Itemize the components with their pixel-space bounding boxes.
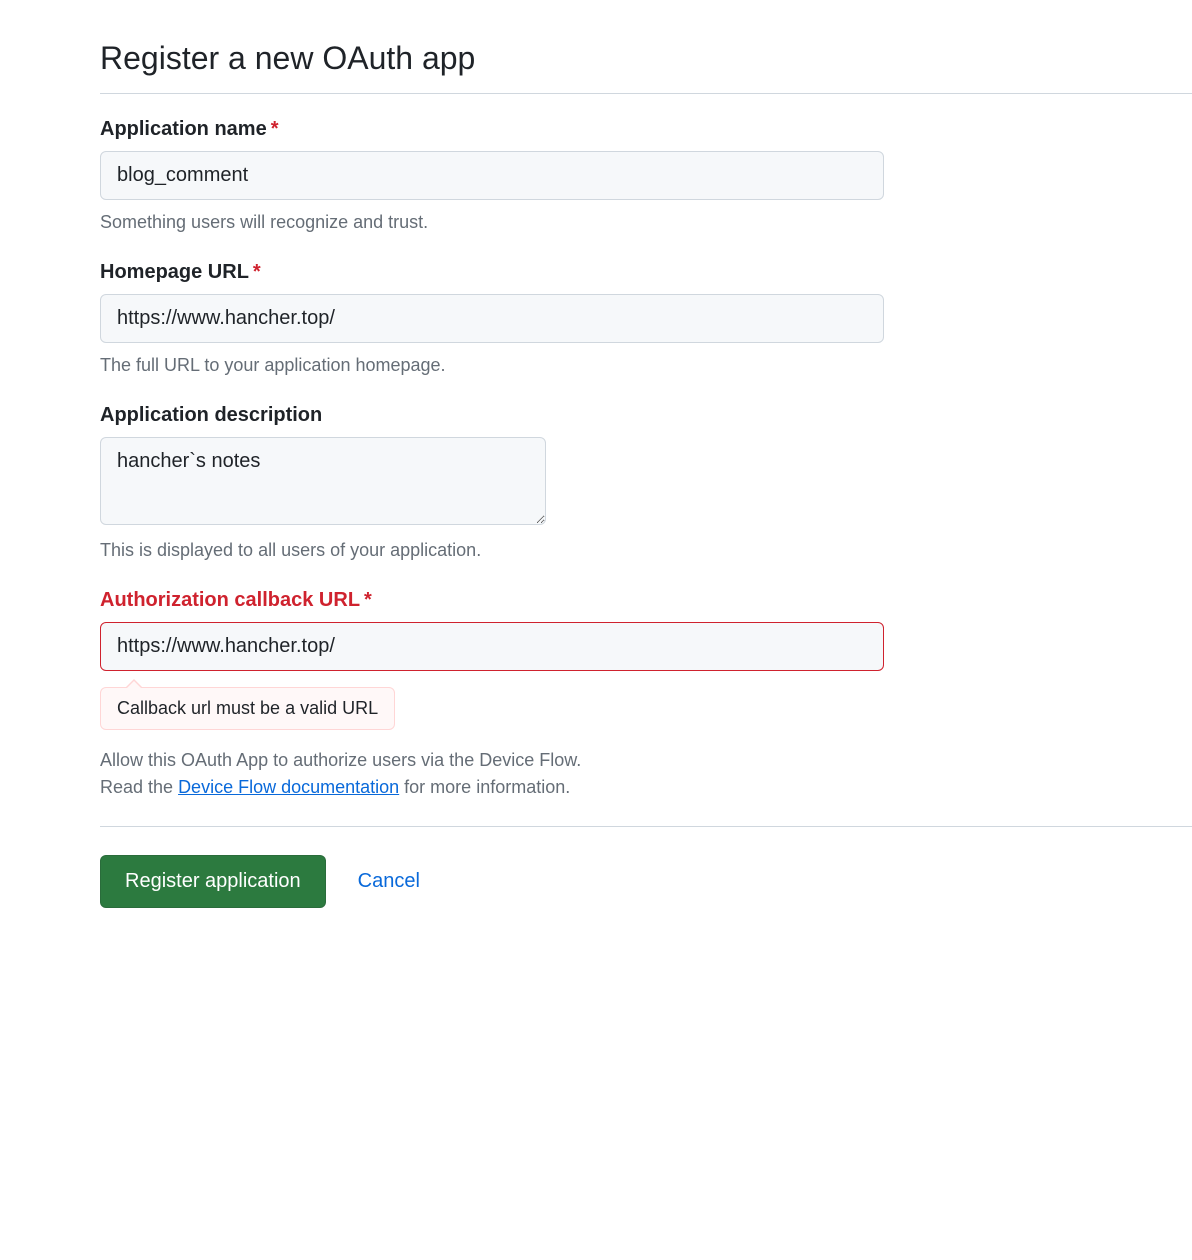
homepage-url-group: Homepage URL* The full URL to your appli… <box>100 261 1192 376</box>
device-flow-suffix: for more information. <box>399 777 570 797</box>
description-label: Application description <box>100 404 1192 427</box>
app-name-input[interactable] <box>100 151 884 200</box>
callback-url-error: Callback url must be a valid URL <box>100 687 395 730</box>
app-name-group: Application name* Something users will r… <box>100 118 1192 233</box>
callback-url-group: Authorization callback URL* Callback url… <box>100 589 1192 798</box>
app-name-help: Something users will recognize and trust… <box>100 212 1192 233</box>
required-asterisk-icon: * <box>253 261 261 283</box>
callback-url-label: Authorization callback URL* <box>100 589 1192 612</box>
button-row: Register application Cancel <box>100 855 1192 908</box>
device-flow-info: Allow this OAuth App to authorize users … <box>100 750 1192 798</box>
device-flow-line2: Read the Device Flow documentation for m… <box>100 777 1192 798</box>
callback-url-input[interactable] <box>100 622 884 671</box>
device-flow-line1: Allow this OAuth App to authorize users … <box>100 750 1192 771</box>
homepage-url-label-text: Homepage URL <box>100 261 249 283</box>
description-textarea[interactable]: hancher`s notes <box>100 437 546 525</box>
cancel-button[interactable]: Cancel <box>358 870 420 893</box>
homepage-url-input[interactable] <box>100 294 884 343</box>
required-asterisk-icon: * <box>364 589 372 611</box>
description-help: This is displayed to all users of your a… <box>100 540 1192 561</box>
description-group: Application description hancher`s notes … <box>100 404 1192 561</box>
app-name-label-text: Application name <box>100 118 267 140</box>
divider <box>100 826 1192 827</box>
required-asterisk-icon: * <box>271 118 279 140</box>
homepage-url-label: Homepage URL* <box>100 261 1192 284</box>
device-flow-prefix: Read the <box>100 777 178 797</box>
register-button[interactable]: Register application <box>100 855 326 908</box>
app-name-label: Application name* <box>100 118 1192 141</box>
page-title: Register a new OAuth app <box>100 40 1192 94</box>
callback-url-label-text: Authorization callback URL <box>100 589 360 611</box>
device-flow-link[interactable]: Device Flow documentation <box>178 777 399 797</box>
homepage-url-help: The full URL to your application homepag… <box>100 355 1192 376</box>
